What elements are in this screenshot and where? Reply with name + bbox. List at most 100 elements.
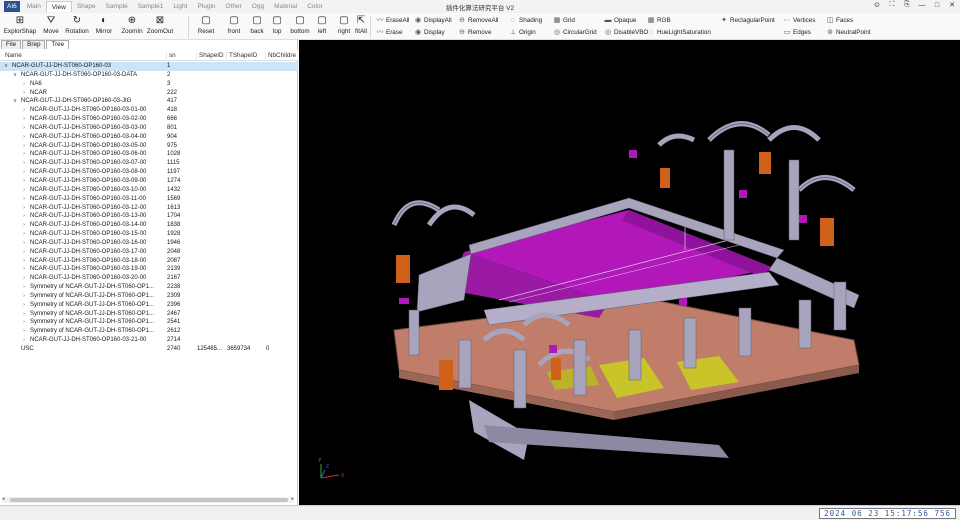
- collapsed-arrow-icon[interactable]: ›: [21, 186, 27, 195]
- toolbar-vertices-button[interactable]: ⋯ Vertices: [783, 16, 816, 25]
- expanded-arrow-icon[interactable]: ∨: [12, 71, 18, 80]
- panel-tab-tree[interactable]: Tree: [46, 40, 70, 49]
- tree-row[interactable]: › NCAR-GUT-JJ-DH-ST060-OP160-03-04-00 904: [0, 133, 298, 142]
- toolbar-rgb-button[interactable]: ▦ RGB: [647, 16, 671, 25]
- toolbar-erase-button[interactable]: 〰 Erase: [376, 28, 403, 37]
- collapsed-arrow-icon[interactable]: ›: [21, 177, 27, 186]
- collapsed-arrow-icon[interactable]: ›: [21, 310, 27, 319]
- panel-tab-file[interactable]: File: [1, 40, 22, 49]
- tree-row[interactable]: › NCAR-GUT-JJ-DH-ST060-OP160-03-17-00 2048: [0, 248, 298, 257]
- collapsed-arrow-icon[interactable]: ›: [21, 283, 27, 292]
- menu-tab-shape[interactable]: Shape: [72, 1, 101, 12]
- tree-row[interactable]: › Symmetry of NCAR-GUT-JJ-DH-ST060-OP1...…: [0, 310, 298, 319]
- tree-row[interactable]: › NCAR-GUT-JJ-DH-ST060-OP160-03-15-00 1928: [0, 230, 298, 239]
- tree-row[interactable]: › NCAR-GUT-JJ-DH-ST060-OP160-03-18-00 2087: [0, 257, 298, 266]
- tree-row[interactable]: › Symmetry of NCAR-GUT-JJ-DH-ST060-OP1...…: [0, 301, 298, 310]
- column-header-name[interactable]: Name: [3, 52, 22, 59]
- collapsed-arrow-icon[interactable]: ›: [21, 115, 27, 124]
- toolbar-mirror-button[interactable]: ◐ Mirror: [91, 15, 117, 35]
- collapsed-arrow-icon[interactable]: ›: [21, 239, 27, 248]
- tree-row[interactable]: › NCAR-GUT-JJ-DH-ST060-OP160-03-13-00 1704: [0, 212, 298, 221]
- toolbar-grid-button[interactable]: ▦ Grid: [553, 16, 575, 25]
- restore-window-icon[interactable]: ⎘: [903, 1, 911, 9]
- menu-tab-plugin[interactable]: Plugin: [192, 1, 220, 12]
- fullscreen-icon[interactable]: ⛶: [888, 1, 896, 9]
- toolbar-displayall-button[interactable]: ◉ DisplayAll: [414, 16, 452, 25]
- toolbar-circulargrid-button[interactable]: ◎ CircularGrid: [553, 28, 597, 37]
- toolbar-zoomout-button[interactable]: ⊠ ZoomOut: [145, 15, 175, 35]
- tree-row[interactable]: › Symmetry of NCAR-GUT-JJ-DH-ST060-OP1...…: [0, 292, 298, 301]
- tree-row[interactable]: › NCAR 222: [0, 89, 298, 98]
- collapsed-arrow-icon[interactable]: ›: [21, 159, 27, 168]
- toolbar-edges-button[interactable]: ▭ Edges: [783, 28, 811, 37]
- menu-tab-other[interactable]: Other: [221, 1, 247, 12]
- collapsed-arrow-icon[interactable]: ›: [21, 212, 27, 221]
- toolbar-faces-button[interactable]: ◫ Faces: [826, 16, 853, 25]
- panel-tab-brep[interactable]: Brep: [22, 40, 46, 49]
- tree-row[interactable]: › NCAR-GUT-JJ-DH-ST060-OP160-03-05-00 975: [0, 142, 298, 151]
- toolbar-rotation-button[interactable]: ↻ Rotation: [64, 15, 90, 35]
- tree-row[interactable]: › NCAR-GUT-JJ-DH-ST060-OP160-03-19-00 2139: [0, 265, 298, 274]
- expanded-arrow-icon[interactable]: ∨: [3, 62, 9, 71]
- collapsed-arrow-icon[interactable]: ›: [21, 168, 27, 177]
- toolbar-display-button[interactable]: ◉ Display: [414, 28, 445, 37]
- toolbar-neutralpoint-button[interactable]: ⊚ NeutralPoint: [826, 28, 871, 37]
- toolbar-zoomin-button[interactable]: ⊕ ZoomIn: [119, 15, 145, 35]
- toolbar-huelightsaturation-button[interactable]: ◌ HueLightSaturation: [647, 28, 711, 36]
- tree-row[interactable]: › Symmetry of NCAR-GUT-JJ-DH-ST060-OP1...…: [0, 283, 298, 292]
- menu-tab-ogg[interactable]: Ogg: [247, 1, 269, 12]
- collapsed-arrow-icon[interactable]: ›: [21, 221, 27, 230]
- toolbar-move-button[interactable]: ⛛ Move: [38, 15, 64, 35]
- tree-row[interactable]: › NCAR-GUT-JJ-DH-ST060-OP160-03-20-00 2167: [0, 274, 298, 283]
- column-header-tshapeid[interactable]: TShapeID: [226, 52, 257, 59]
- column-header-shapeid[interactable]: ShapeID: [196, 52, 224, 59]
- toolbar-opaque-button[interactable]: ▬ Opaque: [604, 16, 637, 24]
- menu-tab-color[interactable]: Color: [302, 1, 328, 12]
- toolbar-disablevbo-button[interactable]: ◎ DisableVBO: [604, 28, 648, 37]
- expanded-arrow-icon[interactable]: ∨: [12, 97, 18, 106]
- collapsed-arrow-icon[interactable]: ›: [21, 318, 27, 327]
- menu-tab-sample1[interactable]: Sample1: [133, 1, 169, 12]
- tree-row[interactable]: › NCAR-GUT-JJ-DH-ST060-OP160-03-16-00 1946: [0, 239, 298, 248]
- minimize-icon[interactable]: —: [918, 2, 926, 9]
- tree-row[interactable]: › NCAR-GUT-JJ-DH-ST060-OP160-03-12-00 1613: [0, 204, 298, 213]
- toolbar-origin-button[interactable]: ⊥ Origin: [509, 28, 536, 37]
- collapsed-arrow-icon[interactable]: ›: [21, 230, 27, 239]
- toolbar-remove-button[interactable]: ⊖ Remove: [458, 28, 491, 37]
- toolbar-rectagularpoint-button[interactable]: ✦ RectagularPoint: [720, 16, 775, 25]
- scroll-right-icon[interactable]: ▸: [291, 496, 294, 502]
- column-header-nbchildren[interactable]: NbChildre: [265, 52, 296, 59]
- toolbar-shading-button[interactable]: ◌ Shading: [509, 16, 542, 24]
- tree-row[interactable]: › NCAR-GUT-JJ-DH-ST060-OP160-03-11-00 1569: [0, 195, 298, 204]
- tree-row[interactable]: ∨ NCAR-GUT-JJ-DH-ST060-OP160-03 1: [0, 62, 298, 71]
- collapsed-arrow-icon[interactable]: ›: [21, 248, 27, 257]
- collapsed-arrow-icon[interactable]: ›: [21, 150, 27, 159]
- collapsed-arrow-icon[interactable]: ›: [21, 327, 27, 336]
- tree-row[interactable]: › Symmetry of NCAR-GUT-JJ-DH-ST060-OP1...…: [0, 327, 298, 336]
- tree-row[interactable]: ∨ NCAR-GUT-JJ-DH-ST060-OP160-03-JIG 417: [0, 97, 298, 106]
- tree-row[interactable]: ∨ NCAR-GUT-JJ-DH-ST060-OP160-03-DATA 2: [0, 71, 298, 80]
- menu-tab-view[interactable]: View: [45, 1, 72, 12]
- tree-row[interactable]: › NCAR-GUT-JJ-DH-ST060-OP160-03-01-00 418: [0, 106, 298, 115]
- toolbar-reset-button[interactable]: ▢ Reset: [193, 15, 219, 35]
- menu-tab-main[interactable]: Main: [22, 1, 46, 12]
- scroll-left-icon[interactable]: ◂: [2, 496, 5, 502]
- maximize-icon[interactable]: □: [933, 2, 941, 9]
- tree-row[interactable]: › NA6 3: [0, 80, 298, 89]
- column-header-sn[interactable]: sn: [166, 52, 176, 59]
- collapsed-arrow-icon[interactable]: ›: [21, 133, 27, 142]
- tree-row[interactable]: › Symmetry of NCAR-GUT-JJ-DH-ST060-OP1...…: [0, 318, 298, 327]
- menu-tab-sample[interactable]: Sample: [101, 1, 133, 12]
- collapsed-arrow-icon[interactable]: ›: [21, 80, 27, 89]
- menu-tab-light[interactable]: Light: [168, 1, 192, 12]
- tree-row[interactable]: › NCAR-GUT-JJ-DH-ST060-OP160-03-09-00 1274: [0, 177, 298, 186]
- toolbar-explorshap-button[interactable]: ⊞ ExplorShap: [2, 15, 38, 35]
- tree-row[interactable]: › NCAR-GUT-JJ-DH-ST060-OP160-03-14-00 1838: [0, 221, 298, 230]
- collapsed-arrow-icon[interactable]: ›: [21, 195, 27, 204]
- tree-row[interactable]: › NCAR-GUT-JJ-DH-ST060-OP160-03-21-00 2714: [0, 336, 298, 345]
- tree-row[interactable]: › NCAR-GUT-JJ-DH-ST060-OP160-03-02-00 666: [0, 115, 298, 124]
- collapsed-arrow-icon[interactable]: ›: [21, 89, 27, 98]
- tree-row[interactable]: › NCAR-GUT-JJ-DH-ST060-OP160-03-03-00 801: [0, 124, 298, 133]
- tree-row[interactable]: › NCAR-GUT-JJ-DH-ST060-OP160-03-07-00 1115: [0, 159, 298, 168]
- close-icon[interactable]: ✕: [948, 1, 956, 9]
